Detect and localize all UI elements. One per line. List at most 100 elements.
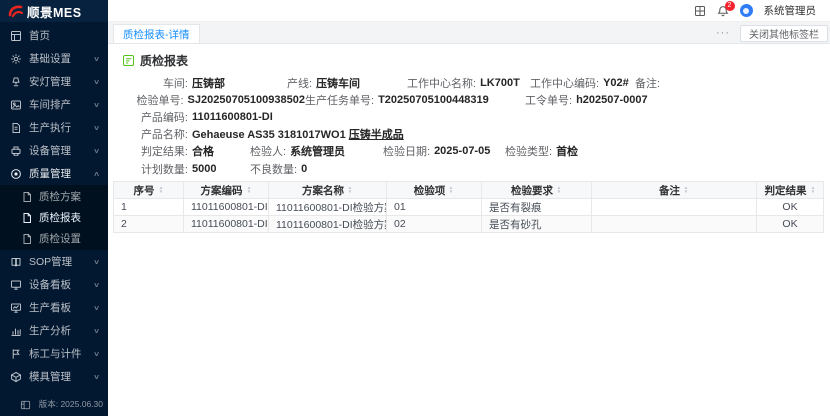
board2-icon bbox=[10, 302, 22, 314]
chevron-down-icon: ∨ bbox=[93, 281, 100, 289]
field-3-0: 产品名称:Gehaeuse AS35 3181017WO1 压铸半成品 bbox=[123, 126, 825, 142]
sidebar-item-inspection-report[interactable]: 质检报表 bbox=[0, 207, 108, 228]
sort-icon[interactable]: ▲▼ bbox=[810, 186, 816, 195]
menu-fold-icon[interactable] bbox=[20, 399, 31, 410]
equipment-icon bbox=[10, 145, 22, 157]
sidebar-item-label: 模具管理 bbox=[29, 369, 71, 384]
andon-lamp-icon bbox=[10, 76, 22, 88]
notifications-button[interactable]: 2 bbox=[717, 5, 729, 17]
sidebar-item-sop-management[interactable]: SOP管理∨ bbox=[0, 250, 108, 273]
field-value: SJ20250705100938502 bbox=[188, 94, 305, 106]
mold-icon bbox=[10, 371, 22, 383]
sidebar-item-equipment-board[interactable]: 设备看板∨ bbox=[0, 273, 108, 296]
table-row[interactable]: 111011600801-DI11011600801-DI检验方案01是否有裂痕… bbox=[114, 199, 824, 216]
column-header-3[interactable]: 检验项▲▼ bbox=[387, 182, 482, 199]
avatar[interactable] bbox=[740, 4, 753, 17]
column-header-4[interactable]: 检验要求▲▼ bbox=[482, 182, 592, 199]
notification-badge: 2 bbox=[725, 1, 735, 11]
sidebar-item-production-board[interactable]: 生产看板∨ bbox=[0, 296, 108, 319]
board-icon bbox=[10, 279, 22, 291]
sidebar-item-label: 标工与计件 bbox=[29, 346, 82, 361]
sort-icon[interactable]: ▲▼ bbox=[246, 186, 252, 195]
field-0-4: 备注: bbox=[635, 75, 825, 91]
field-4-0: 判定结果:合格 bbox=[123, 143, 250, 159]
tab-more-button[interactable]: ··· bbox=[714, 27, 732, 39]
field-1-1: 生产任务单号: T20250705100448319 bbox=[305, 92, 525, 108]
piecework-icon bbox=[10, 348, 22, 360]
sidebar-item-standard-work-piecework[interactable]: 标工与计件 ∨ bbox=[0, 342, 108, 365]
field-label: 生产任务单号: bbox=[305, 92, 374, 108]
field-label: 计划数量: bbox=[123, 161, 188, 177]
grid-icon[interactable] bbox=[694, 5, 706, 17]
sidebar-item-andon-management[interactable]: 安灯管理∨ bbox=[0, 70, 108, 93]
sort-icon[interactable]: ▲▼ bbox=[448, 186, 454, 195]
field-value: 5000 bbox=[192, 163, 216, 175]
field-row: 计划数量: 5000 不良数量:0 bbox=[123, 160, 825, 177]
sidebar-item-inspection-plan[interactable]: 质检方案 bbox=[0, 186, 108, 207]
close-other-tabs-button[interactable]: 关闭其他标签栏 bbox=[740, 25, 828, 42]
sidebar-item-production-analysis[interactable]: 生产分析∨ bbox=[0, 319, 108, 342]
cell-1-0: 2 bbox=[114, 216, 184, 233]
column-header-2[interactable]: 方案名称▲▼ bbox=[269, 182, 387, 199]
field-2-0: 产品编码:11011600801-DI bbox=[123, 109, 825, 125]
production-exec-icon bbox=[10, 122, 22, 134]
sidebar-item-label: 设备管理 bbox=[29, 143, 71, 158]
sort-icon[interactable]: ▲▼ bbox=[158, 186, 164, 195]
chart-icon bbox=[10, 325, 22, 337]
sidebar-item-workshop-scheduling[interactable]: 车间排产∨ bbox=[0, 93, 108, 116]
sidebar-item-basic-settings[interactable]: 基础设置 ∨ bbox=[0, 47, 108, 70]
column-header-label: 检验项 bbox=[414, 183, 446, 198]
tab-controls: ··· 关闭其他标签栏 bbox=[714, 22, 828, 44]
settings-icon bbox=[10, 53, 22, 65]
field-row: 判定结果:合格检验人:系统管理员检验日期:2025-07-05检验类型:首检 bbox=[123, 143, 825, 160]
field-label: 工作中心名称: bbox=[407, 75, 476, 91]
tab-inspection-report-detail[interactable]: 质检报表-详情 bbox=[113, 24, 200, 43]
current-user-name[interactable]: 系统管理员 bbox=[764, 3, 817, 18]
field-value: T20250705100448319 bbox=[378, 94, 489, 106]
field-value: 系统管理员 bbox=[290, 143, 345, 159]
sidebar-item-mold-management[interactable]: 模具管理∨ bbox=[0, 365, 108, 388]
field-value: 压铸部 bbox=[192, 75, 225, 91]
doc-icon bbox=[21, 212, 33, 224]
scheduling-icon bbox=[10, 99, 22, 111]
sidebar-item-home[interactable]: 首页 bbox=[0, 24, 108, 47]
sidebar: 顺景MES 首页基础设置∨安灯管理∨车间排产∨生产执行∨设备管理∨质量管理∧质检… bbox=[0, 0, 108, 416]
column-header-label: 检验要求 bbox=[511, 183, 553, 198]
field-value: 合格 bbox=[192, 143, 214, 159]
field-value: Y02# bbox=[603, 77, 629, 89]
field-value: Gehaeuse AS35 3181017WO1 压铸半成品 bbox=[192, 126, 404, 142]
sidebar-item-production-execution[interactable]: 生产执行∨ bbox=[0, 116, 108, 139]
sidebar-item-label: 基础设置 bbox=[29, 51, 71, 66]
sidebar-item-label: 首页 bbox=[29, 28, 50, 43]
field-row: 车间:压铸部产线:压铸车间工作中心名称:LK700T工作中心编码:Y02#备注: bbox=[123, 74, 825, 91]
chevron-down-icon: ∨ bbox=[93, 258, 100, 266]
sidebar-footer: 版本: 2025.06.30 bbox=[0, 392, 108, 416]
chevron-down-icon: ∨ bbox=[93, 55, 100, 63]
sort-icon[interactable]: ▲▼ bbox=[347, 186, 353, 195]
field-value: 2025-07-05 bbox=[434, 145, 490, 157]
sort-icon[interactable]: ▲▼ bbox=[683, 186, 689, 195]
inspection-items-table: 序号▲▼方案编码▲▼方案名称▲▼检验项▲▼检验要求▲▼备注▲▼判定结果▲▼111… bbox=[113, 181, 824, 233]
chevron-down-icon: ∨ bbox=[93, 350, 100, 358]
cell-1-1: 11011600801-DI bbox=[184, 216, 269, 233]
table-row[interactable]: 211011600801-DI11011600801-DI检验方案02是否有砂孔… bbox=[114, 216, 824, 233]
sidebar-item-quality-management[interactable]: 质量管理∧ bbox=[0, 162, 108, 185]
cell-0-6: OK bbox=[757, 199, 824, 216]
column-header-6[interactable]: 判定结果▲▼ bbox=[757, 182, 824, 199]
sidebar-item-equipment-management[interactable]: 设备管理∨ bbox=[0, 139, 108, 162]
cell-1-4: 是否有砂孔 bbox=[482, 216, 592, 233]
column-header-0[interactable]: 序号▲▼ bbox=[114, 182, 184, 199]
column-header-1[interactable]: 方案编码▲▼ bbox=[184, 182, 269, 199]
sort-icon[interactable]: ▲▼ bbox=[556, 186, 562, 195]
field-0-3: 工作中心编码:Y02# bbox=[530, 75, 635, 91]
report-form-icon bbox=[122, 54, 135, 67]
logo-icon bbox=[7, 3, 23, 19]
sidebar-item-inspection-settings[interactable]: 质检设置 bbox=[0, 228, 108, 249]
field-row: 检验单号:SJ20250705100938502生产任务单号:T20250705… bbox=[123, 91, 825, 108]
doc-icon bbox=[21, 191, 33, 203]
chevron-down-icon: ∨ bbox=[93, 124, 100, 132]
field-5-1: 不良数量:0 bbox=[250, 161, 825, 177]
quality-icon bbox=[10, 168, 22, 180]
column-header-5[interactable]: 备注▲▼ bbox=[592, 182, 757, 199]
logo[interactable]: 顺景MES bbox=[0, 0, 108, 22]
